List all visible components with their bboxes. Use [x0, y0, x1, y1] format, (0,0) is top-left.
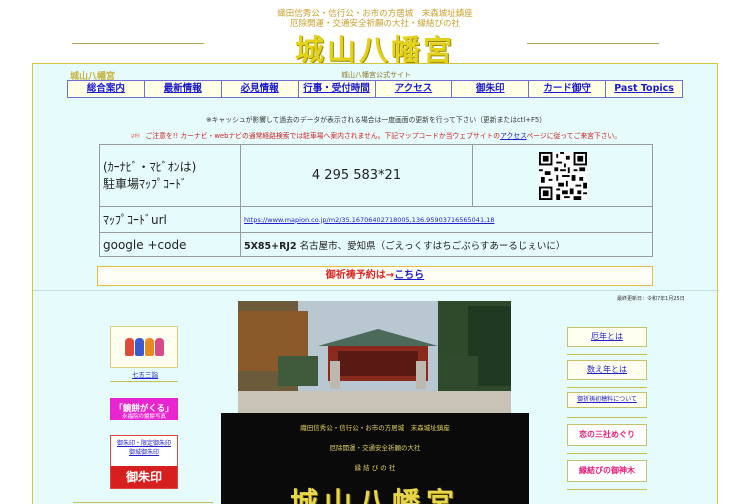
banner-title: 城山八幡宮 [289, 486, 460, 504]
parking-code-label-1: (ｶｰﾅﾋﾞ・ﾏﾋﾞｵﾝは) [103, 159, 197, 174]
right-divider [567, 354, 647, 355]
castle-goshuin-link[interactable]: 御城御朱印 [111, 448, 177, 457]
shichigosan-link[interactable]: 七五三詣 [111, 369, 179, 379]
carnavi-notice-pre: ご注意を!! カーナビ・webナビの通常経路検索では駐車場へ案内されません。下記… [145, 132, 501, 140]
table-row: (ｶｰﾅﾋﾞ・ﾏﾋﾞｵﾝは) 駐車場ﾏｯﾌﾟｺｰﾄﾞ 4 295 583*21 [99, 144, 653, 207]
nav-item-news[interactable]: 最新情報 [145, 81, 222, 97]
nav-item-access[interactable]: アクセス [376, 81, 453, 97]
nav-item-goshuin[interactable]: 御朱印 [452, 81, 530, 97]
goshuin-red-banner[interactable]: 御朱印 [111, 466, 177, 488]
parking-code-label: (ｶｰﾅﾋﾞ・ﾏﾋﾞｵﾝは) 駐車場ﾏｯﾌﾟｺｰﾄﾞ [99, 144, 241, 207]
goshuin-limited-link[interactable]: 御朱印・限定御朱印 [111, 439, 177, 448]
google-code-value: 5X85+RJ2 名古屋市、愛知県（ごえっくすはちごぷらすあーるじぇいに） [240, 232, 653, 257]
nav-item-past-topics[interactable]: Past Topics [606, 81, 682, 97]
child-icon [144, 338, 154, 356]
map-url-link[interactable]: https://www.mapion.co.jp/m2/35.167064027… [240, 206, 653, 233]
parking-map-code: 4 295 583*21 [240, 144, 473, 207]
qr-code-icon[interactable] [538, 151, 587, 200]
prayer-fee-button[interactable]: 御祈祷初穂料について [567, 392, 647, 408]
kazoedoshi-button[interactable]: 数え年とは [567, 360, 647, 380]
carnavi-notice-post: ページに従ってご来宮下さい。 [526, 132, 622, 140]
yakudoshi-button[interactable]: 厄年とは [567, 327, 647, 347]
cache-notice: ※キャッシュが影響して過去のデータが表示される場合は一度画面の更新を行って下さい… [205, 116, 547, 124]
nav-item-card-omamori[interactable]: カード御守 [529, 81, 607, 97]
nav-item-events[interactable]: 行事・受付時間 [299, 81, 376, 97]
site-header: 織田信秀公・信行公・お市の方居城 末森城址鎮座 厄除開運・交通安全祈願の大社・縁… [0, 0, 750, 67]
frame-caption: 城山八幡宮公式サイト [341, 71, 411, 79]
children-illustration [111, 338, 177, 356]
banner-line-2: 厄除開運・交通安全祈願の大社 [329, 444, 421, 452]
section-divider [33, 290, 719, 291]
right-divider [567, 417, 647, 418]
table-row: google +code 5X85+RJ2 名古屋市、愛知県（ごえっくすはちごぷ… [99, 232, 653, 257]
google-plus-code: 5X85+RJ2 [244, 240, 297, 252]
prayer-reservation-text: 御祈祷予約は→ [325, 270, 395, 281]
map-url-label: ﾏｯﾌﾟｺｰﾄﾞurl [99, 206, 241, 233]
right-divider [567, 453, 647, 454]
carnavi-access-link[interactable]: アクセス [500, 132, 526, 140]
right-divider [567, 387, 647, 388]
google-code-place: 名古屋市、愛知県（ごえっくすはちごぷらすあーるじぇいに） [296, 240, 566, 252]
child-icon [154, 338, 164, 356]
prayer-reservation-link[interactable]: こちら [394, 270, 424, 281]
left-divider [110, 381, 178, 382]
sacred-tree-button[interactable]: 縁結びの御神木 [567, 460, 647, 482]
main-frame: 城山八幡宮 城山八幡宮公式サイト 総合案内 最新情報 必見情報 行事・受付時間 … [32, 63, 719, 504]
main-nav: 総合案内 最新情報 必見情報 行事・受付時間 アクセス 御朱印 カード御守 Pa… [67, 80, 683, 98]
parking-code-label-2: 駐車場ﾏｯﾌﾟｺｰﾄﾞ [103, 176, 188, 191]
love-three-shrines-button[interactable]: 恋の三社めぐり [567, 424, 647, 446]
parking-info-table: (ｶｰﾅﾋﾞ・ﾏﾋﾞｵﾝは) 駐車場ﾏｯﾌﾟｺｰﾄﾞ 4 295 583*21 [99, 144, 653, 257]
banner-line-1: 織田信秀公・信行公・お市の方居城 末森城址鎮座 [300, 424, 450, 432]
carnavi-notice: 🕬 ご注意を!! カーナビ・webナビの通常経路検索では駐車場へ案内されません。下… [33, 130, 719, 143]
shrine-photo [238, 301, 511, 413]
child-icon [124, 338, 134, 356]
nav-item-must-see[interactable]: 必見情報 [222, 81, 299, 97]
header-subtitle-1: 織田信秀公・信行公・お市の方居城 末森城址鎮座 [277, 9, 473, 19]
child-icon [134, 338, 144, 356]
goshuin-card[interactable]: 御朱印・限定御朱印 御城御朱印 御朱印 [110, 435, 178, 489]
table-row: ﾏｯﾌﾟｺｰﾄﾞurl https://www.mapion.co.jp/m2/… [99, 206, 653, 233]
nav-item-overview[interactable]: 総合案内 [68, 81, 145, 97]
qr-code-cell [472, 144, 653, 207]
kagami-mochi-caption[interactable]: 永福院の鏡餅写真 [110, 412, 178, 420]
shrine-banner: 織田信秀公・信行公・お市の方居城 末森城址鎮座 厄除開運・交通安全祈願の大社 縁… [221, 413, 529, 504]
banner-line-3: 縁 結 び の 社 [354, 464, 396, 472]
megaphone-icon: 🕬 [130, 132, 140, 140]
right-divider [567, 489, 647, 490]
prayer-reservation-box: 御祈祷予約は→こちら [97, 266, 653, 286]
header-divider-right [527, 43, 659, 44]
google-code-label: google +code [99, 232, 241, 257]
last-updated: 最終更新日：令和7年1月25日 [617, 296, 685, 302]
shichigosan-card[interactable]: 七五三詣 [110, 326, 178, 379]
shrine-photo-image [238, 301, 511, 413]
